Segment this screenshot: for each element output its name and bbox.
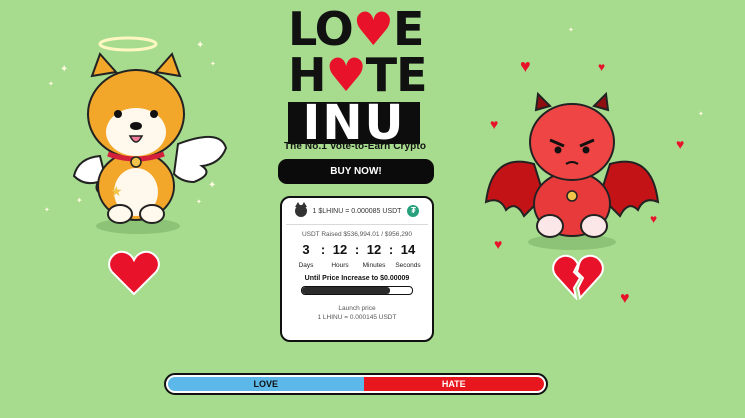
logo-line-inu: INU: [288, 99, 420, 147]
usdt-raised: USDT Raised $536,994.01 / $956,290: [301, 231, 413, 238]
countdown-minutes: 12 Minutes: [360, 242, 388, 269]
broken-heart-icon: [552, 254, 604, 300]
broken-heart-icon: ♥: [494, 236, 503, 252]
logo-line-hate: H♥TE: [288, 52, 428, 98]
countdown-value: 3: [302, 242, 310, 257]
countdown-label: Minutes: [362, 262, 386, 269]
broken-heart-icon: ♥: [520, 56, 531, 76]
launch-price-label: Launch price: [338, 305, 376, 312]
launch-price-block: Launch price 1 LHINU = 0.000145 USDT: [282, 304, 432, 322]
divider: [286, 224, 428, 225]
launch-price-value: 1 LHINU = 0.000145 USDT: [317, 314, 397, 321]
love-hate-inu-logo: LO♥E H♥TE INU: [288, 6, 428, 147]
token-price-row: 1 $LHINU = 0.000085 USDT ₮: [282, 198, 432, 224]
sparkle-icon: ✦: [44, 207, 50, 214]
vote-hate-button[interactable]: HATE: [363, 377, 544, 391]
token-logo-icon: [294, 202, 307, 217]
presale-progress-bar: [301, 286, 413, 295]
logo-text: H: [288, 48, 326, 102]
broken-heart-icon: ♥: [490, 116, 499, 132]
countdown-timer: 3 Days : 12 Hours : 12 Minutes : 14 Seco…: [282, 242, 432, 269]
sparkle-icon: ✦: [60, 64, 69, 75]
countdown-value: 12: [332, 242, 348, 257]
logo-line-love: LO♥E: [288, 6, 424, 52]
love-heart-icon: [108, 250, 160, 296]
broken-heart-icon: ♥: [620, 290, 630, 307]
sparkle-icon: ✦: [48, 81, 54, 88]
tagline: The No.1 Vote-to-Earn Crypto: [283, 141, 427, 152]
svg-text:★: ★: [110, 183, 123, 199]
countdown-label: Hours: [331, 262, 349, 269]
tether-icon: ₮: [407, 205, 420, 217]
countdown-value: 12: [366, 242, 382, 257]
devil-cat-mascot: [484, 92, 660, 250]
countdown-days: 3 Days: [292, 242, 320, 269]
sparkle-icon: ✦: [568, 27, 574, 34]
countdown-value: 14: [400, 242, 416, 257]
broken-heart-icon: ♥: [676, 136, 685, 152]
countdown-label: Seconds: [395, 262, 421, 269]
countdown-seconds: 14 Seconds: [394, 242, 422, 269]
angel-shiba-mascot: ★: [72, 36, 228, 234]
presale-progress-fill: [302, 287, 390, 294]
sparkle-icon: ✦: [698, 111, 704, 118]
price-increase-notice: Until Price Increase to $0.00009: [304, 275, 410, 282]
broken-heart-icon: ♥: [650, 212, 658, 226]
token-price: 1 $LHINU = 0.000085 USDT: [312, 207, 402, 215]
countdown-hours: 12 Hours: [326, 242, 354, 269]
logo-text: TE: [365, 48, 428, 102]
buy-now-button[interactable]: BUY NOW!: [278, 159, 434, 184]
vote-bar: LOVE HATE: [164, 373, 548, 395]
broken-heart-icon: ♥: [598, 60, 606, 74]
vote-love-button[interactable]: LOVE: [168, 377, 364, 391]
countdown-label: Days: [298, 262, 314, 269]
heart-icon: ♥: [325, 48, 367, 102]
presale-widget: 1 $LHINU = 0.000085 USDT ₮ USDT Raised $…: [280, 196, 434, 342]
